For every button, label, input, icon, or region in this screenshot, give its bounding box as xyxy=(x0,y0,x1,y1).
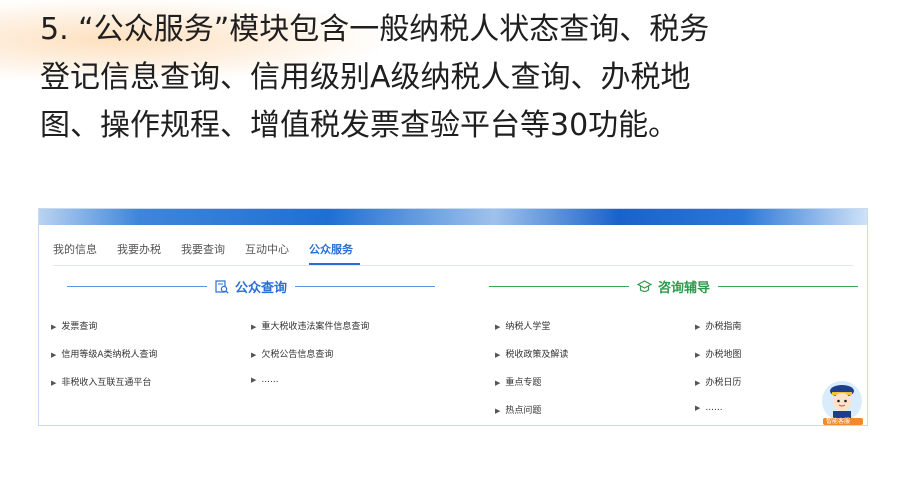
link-tax-calendar[interactable]: ▶ 办税日历 xyxy=(695,375,741,388)
caret-right-icon: ▶ xyxy=(495,379,501,387)
heading-line-3: 图、操作规程、增值税发票查验平台等30功能。 xyxy=(40,108,679,143)
tab-interaction[interactable]: 互动中心 xyxy=(245,241,296,265)
caret-right-icon: ▶ xyxy=(695,404,701,412)
link-major-violation-query[interactable]: ▶ 重大税收违法案件信息查询 xyxy=(251,319,369,332)
heading-line-2: 登记信息查询、信用级别A级纳税人查询、办税地 xyxy=(40,60,691,95)
page-heading: 5. “公众服务”模块包含一般纳税人状态查询、税务 登记信息查询、信用级别A级纳… xyxy=(40,6,870,150)
divider-line xyxy=(489,286,629,287)
caret-right-icon: ▶ xyxy=(695,323,701,331)
link-nontax-platform[interactable]: ▶ 非税收入互联互通平台 xyxy=(51,375,151,388)
link-hot-questions[interactable]: ▶ 热点问题 xyxy=(495,403,541,416)
divider-line xyxy=(718,286,859,287)
graduation-cap-icon xyxy=(637,279,652,292)
link-key-topics[interactable]: ▶ 重点专题 xyxy=(495,375,541,388)
caret-right-icon: ▶ xyxy=(695,351,701,359)
portal-screenshot: 我的信息 我要办税 我要查询 互动中心 公众服务 公众查询 咨询辅导 ▶ 发票查… xyxy=(38,208,868,426)
tab-query[interactable]: 我要查询 xyxy=(181,241,232,265)
public-query-title: 公众查询 xyxy=(235,281,288,296)
customer-service-mascot[interactable]: 智能客服 xyxy=(819,377,865,425)
caret-right-icon: ▶ xyxy=(51,351,57,359)
tab-do-tax[interactable]: 我要办税 xyxy=(117,241,168,265)
caret-right-icon: ▶ xyxy=(695,379,701,387)
heading-line-1: 5. “公众服务”模块包含一般纳税人状态查询、税务 xyxy=(40,12,710,47)
caret-right-icon: ▶ xyxy=(251,351,257,359)
caret-right-icon: ▶ xyxy=(51,379,57,387)
link-more-query[interactable]: ▶...... xyxy=(251,375,279,385)
link-tax-guide[interactable]: ▶ 办税指南 xyxy=(695,319,741,332)
portal-banner xyxy=(39,209,867,225)
link-tax-map[interactable]: ▶ 办税地图 xyxy=(695,347,741,360)
search-document-icon xyxy=(215,279,229,294)
portal-tab-bar: 我的信息 我要办税 我要查询 互动中心 公众服务 xyxy=(53,237,853,266)
caret-right-icon: ▶ xyxy=(251,376,257,384)
tab-my-info[interactable]: 我的信息 xyxy=(53,241,104,265)
divider-line xyxy=(295,286,436,287)
caret-right-icon: ▶ xyxy=(251,323,257,331)
link-credit-a-query[interactable]: ▶ 信用等级A类纳税人查询 xyxy=(51,347,158,360)
caret-right-icon: ▶ xyxy=(495,407,501,415)
caret-right-icon: ▶ xyxy=(495,323,501,331)
caret-right-icon: ▶ xyxy=(495,351,501,359)
tab-public-service[interactable]: 公众服务 xyxy=(309,241,360,265)
mascot-label: 智能客服 xyxy=(826,418,851,425)
link-more-consult[interactable]: ▶...... xyxy=(695,403,723,413)
consult-title: 咨询辅导 xyxy=(658,281,711,296)
divider-line xyxy=(67,286,207,287)
caret-right-icon: ▶ xyxy=(51,323,57,331)
link-taxpayer-school[interactable]: ▶ 纳税人学堂 xyxy=(495,319,550,332)
link-tax-arrears-query[interactable]: ▶ 欠税公告信息查询 xyxy=(251,347,333,360)
public-query-header: 公众查询 xyxy=(67,277,436,296)
link-invoice-query[interactable]: ▶ 发票查询 xyxy=(51,319,97,332)
consult-header: 咨询辅导 xyxy=(489,277,859,296)
link-tax-policy[interactable]: ▶ 税收政策及解读 xyxy=(495,347,568,360)
